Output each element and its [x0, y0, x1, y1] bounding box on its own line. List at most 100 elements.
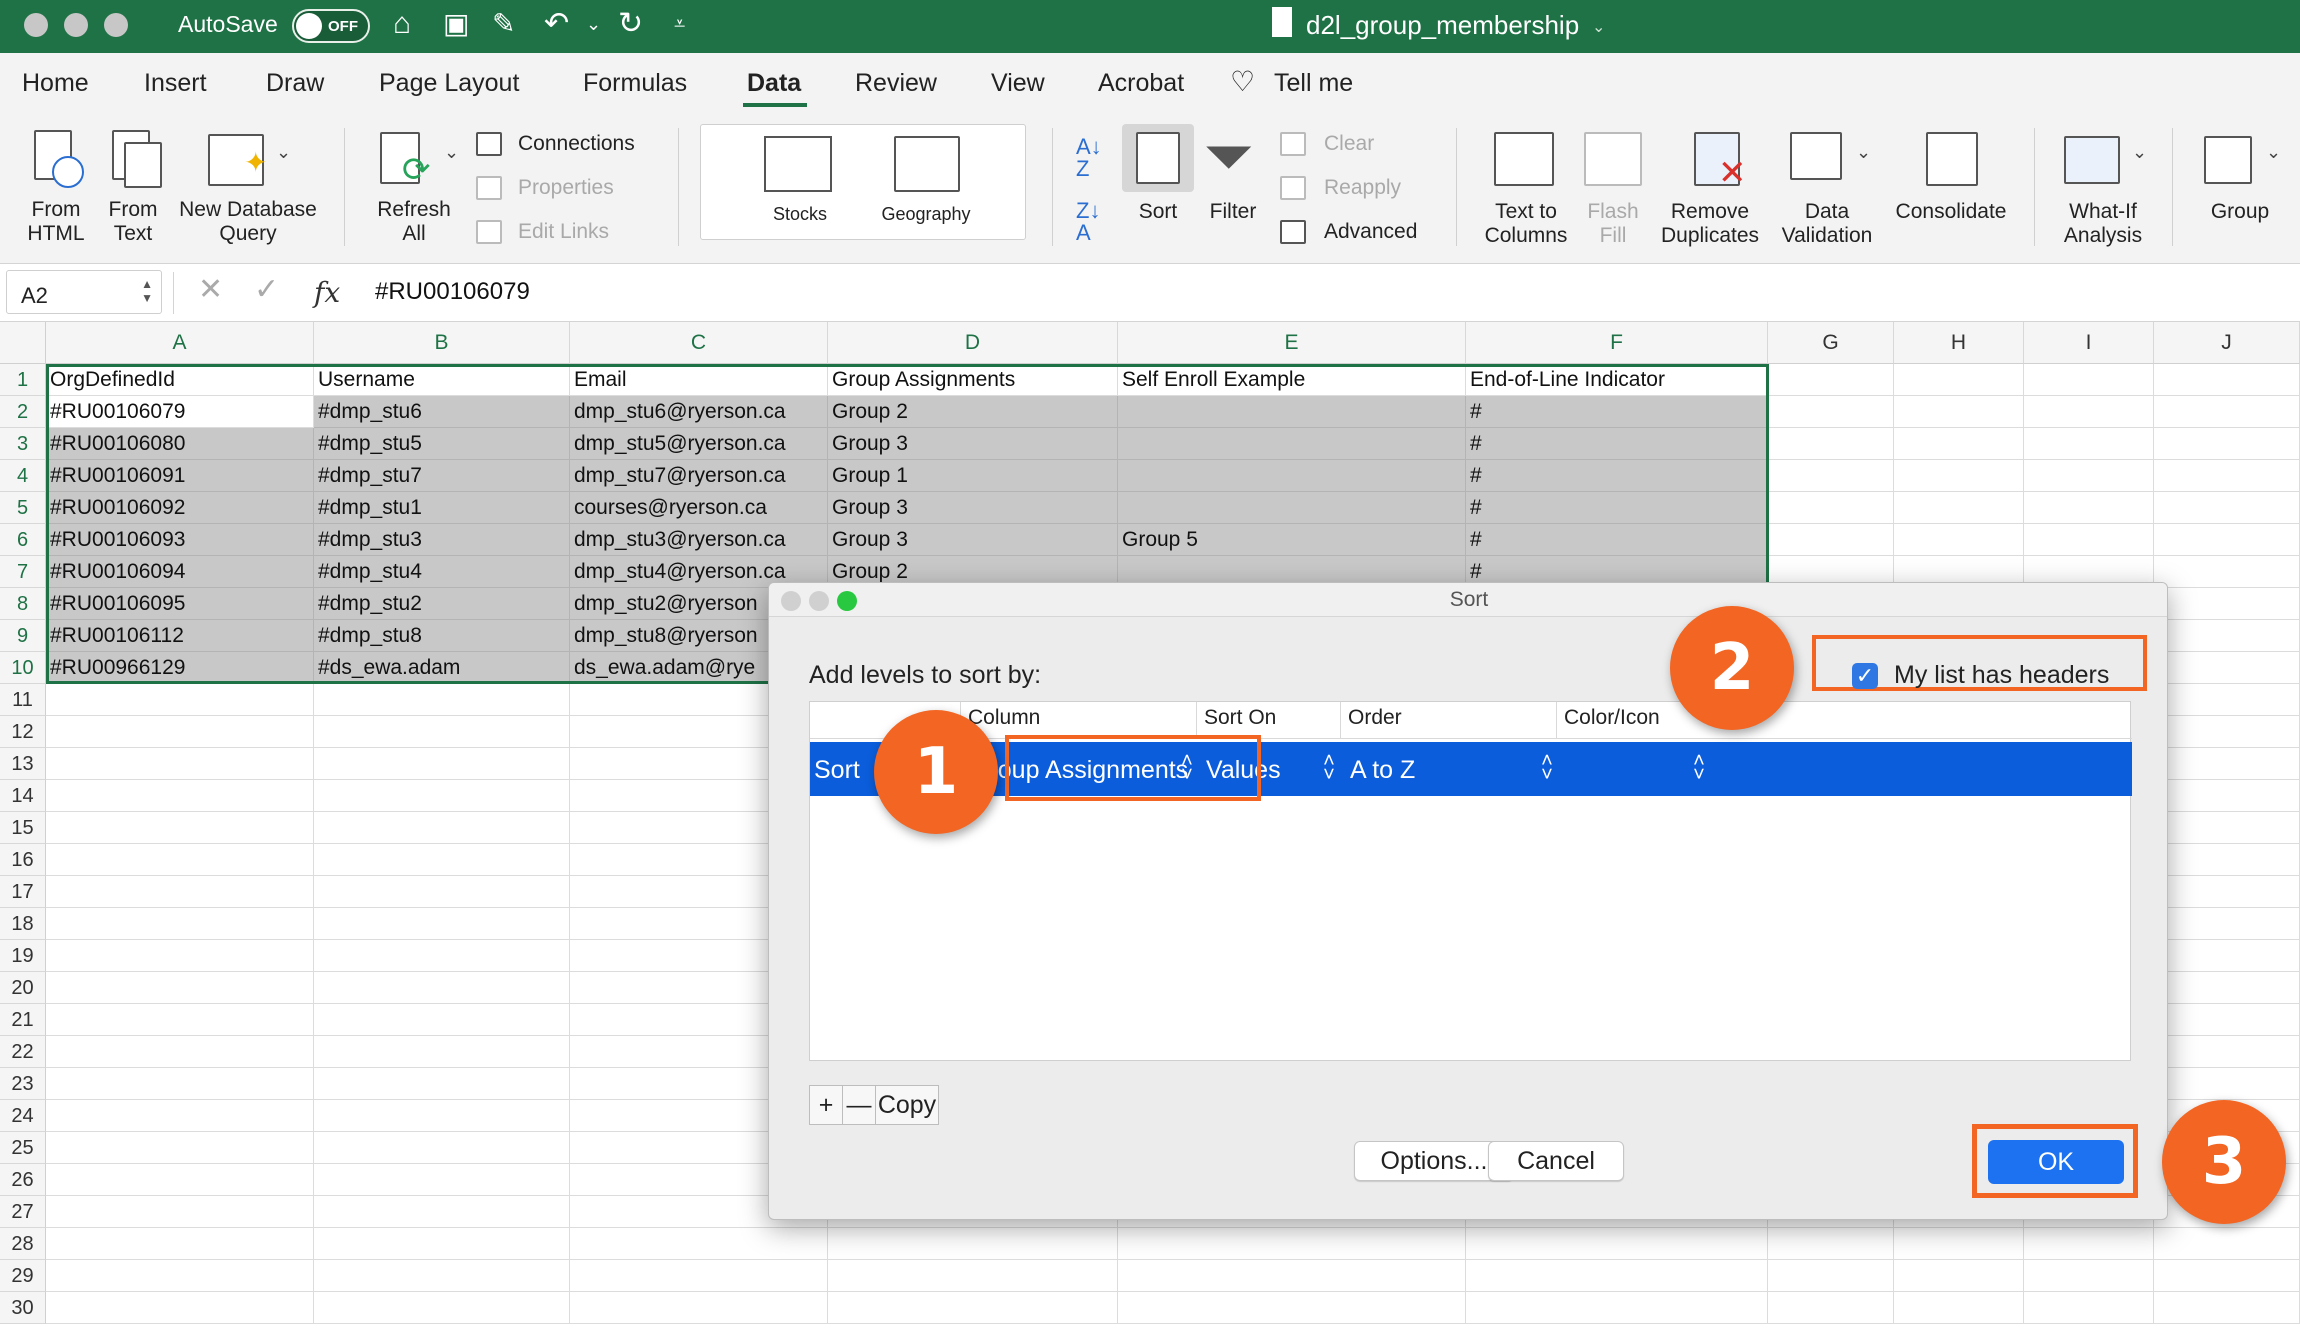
table-cell[interactable]: [1768, 492, 1894, 524]
row-header[interactable]: 27: [0, 1196, 46, 1228]
edit-links-button[interactable]: Edit Links: [518, 220, 609, 244]
table-cell[interactable]: #dmp_stu2: [314, 588, 570, 620]
table-cell[interactable]: [2154, 844, 2300, 876]
table-cell[interactable]: [1768, 1228, 1894, 1260]
tab-tell-me[interactable]: Tell me: [1274, 69, 1353, 98]
header-cell[interactable]: [2024, 364, 2154, 396]
table-cell[interactable]: [2024, 460, 2154, 492]
row-header[interactable]: 6: [0, 524, 46, 556]
row-header[interactable]: 1: [0, 364, 46, 396]
row-header[interactable]: 29: [0, 1260, 46, 1292]
table-cell[interactable]: #: [1466, 460, 1768, 492]
table-cell[interactable]: [2154, 588, 2300, 620]
table-cell[interactable]: [1768, 1260, 1894, 1292]
table-cell[interactable]: [2024, 428, 2154, 460]
table-cell[interactable]: [2024, 1260, 2154, 1292]
add-level-button[interactable]: +: [809, 1085, 843, 1125]
column-header-c[interactable]: C: [570, 322, 828, 364]
row-header[interactable]: 7: [0, 556, 46, 588]
tab-page-layout[interactable]: Page Layout: [379, 69, 519, 98]
table-cell[interactable]: [2154, 1004, 2300, 1036]
redo-icon[interactable]: ↻: [618, 4, 643, 44]
sort-button[interactable]: Sort: [1116, 200, 1200, 224]
row-header[interactable]: 21: [0, 1004, 46, 1036]
text-to-columns-button[interactable]: Text to Columns: [1474, 200, 1578, 248]
table-cell[interactable]: [1118, 428, 1466, 460]
sort-descending-icon[interactable]: Z↓ A: [1076, 200, 1100, 244]
table-cell[interactable]: [1118, 396, 1466, 428]
table-cell[interactable]: [314, 940, 570, 972]
table-cell[interactable]: [1894, 428, 2024, 460]
table-cell[interactable]: [2154, 396, 2300, 428]
remove-duplicates-button[interactable]: Remove Duplicates: [1652, 200, 1768, 248]
title-chevron-down-icon[interactable]: ⌄: [1592, 8, 1605, 48]
table-cell[interactable]: [570, 1292, 828, 1324]
tab-view[interactable]: View: [991, 69, 1045, 98]
table-cell[interactable]: #RU00966129: [46, 652, 314, 684]
table-cell[interactable]: dmp_stu6@ryerson.ca: [570, 396, 828, 428]
customize-toolbar-icon[interactable]: ⩡: [674, 4, 685, 44]
table-cell[interactable]: [2154, 492, 2300, 524]
tab-insert[interactable]: Insert: [144, 69, 207, 98]
confirm-entry-icon[interactable]: ✓: [254, 272, 279, 307]
from-text-button[interactable]: From Text: [96, 198, 170, 246]
table-cell[interactable]: [314, 1068, 570, 1100]
column-header-e[interactable]: E: [1118, 322, 1466, 364]
table-cell[interactable]: [46, 1100, 314, 1132]
table-cell[interactable]: #RU00106094: [46, 556, 314, 588]
name-box-stepper-icon[interactable]: ▲ ▼: [141, 277, 153, 305]
row-header[interactable]: 11: [0, 684, 46, 716]
table-cell[interactable]: #RU00106092: [46, 492, 314, 524]
advanced-button[interactable]: Advanced: [1324, 220, 1417, 244]
table-cell[interactable]: [314, 1292, 570, 1324]
table-cell[interactable]: courses@ryerson.ca: [570, 492, 828, 524]
order-select[interactable]: A to Z: [1350, 756, 1415, 785]
table-cell[interactable]: [570, 1260, 828, 1292]
header-cell[interactable]: Group Assignments: [828, 364, 1118, 396]
table-cell[interactable]: [46, 1036, 314, 1068]
table-cell[interactable]: [46, 780, 314, 812]
table-cell[interactable]: [1768, 428, 1894, 460]
row-header[interactable]: 13: [0, 748, 46, 780]
refresh-dropdown-icon[interactable]: ⌄: [444, 142, 459, 163]
table-cell[interactable]: [2024, 524, 2154, 556]
my-list-has-headers-checkbox[interactable]: ✓: [1852, 663, 1878, 689]
select-all-corner[interactable]: [0, 322, 46, 364]
header-cell[interactable]: End-of-Line Indicator: [1466, 364, 1768, 396]
row-header[interactable]: 26: [0, 1164, 46, 1196]
table-cell[interactable]: [314, 876, 570, 908]
new-database-query-button[interactable]: New Database Query: [170, 198, 326, 246]
row-header[interactable]: 30: [0, 1292, 46, 1324]
table-cell[interactable]: [1894, 1292, 2024, 1324]
cancel-button[interactable]: Cancel: [1488, 1141, 1624, 1181]
table-cell[interactable]: [1768, 460, 1894, 492]
header-cell[interactable]: Username: [314, 364, 570, 396]
header-cell[interactable]: [1768, 364, 1894, 396]
table-cell[interactable]: #: [1466, 396, 1768, 428]
table-cell[interactable]: #dmp_stu6: [314, 396, 570, 428]
validation-dropdown-icon[interactable]: ⌄: [1856, 142, 1871, 163]
table-cell[interactable]: [46, 908, 314, 940]
table-cell[interactable]: [314, 844, 570, 876]
table-cell[interactable]: [570, 1228, 828, 1260]
table-cell[interactable]: Group 3: [828, 492, 1118, 524]
column-header-b[interactable]: B: [314, 322, 570, 364]
autosave-toggle[interactable]: OFF: [292, 9, 370, 43]
table-cell[interactable]: #dmp_stu3: [314, 524, 570, 556]
column-header-a[interactable]: A: [46, 322, 314, 364]
home-icon[interactable]: ⌂: [393, 4, 411, 44]
table-cell[interactable]: [46, 876, 314, 908]
table-cell[interactable]: [2154, 876, 2300, 908]
row-header[interactable]: 18: [0, 908, 46, 940]
tab-draw[interactable]: Draw: [266, 69, 324, 98]
row-header[interactable]: 19: [0, 940, 46, 972]
zoom-window-icon[interactable]: [104, 13, 128, 37]
row-header[interactable]: 28: [0, 1228, 46, 1260]
table-cell[interactable]: #dmp_stu1: [314, 492, 570, 524]
table-cell[interactable]: [46, 1164, 314, 1196]
table-cell[interactable]: [1894, 396, 2024, 428]
header-cell[interactable]: [2154, 364, 2300, 396]
dialog-zoom-icon[interactable]: [837, 591, 857, 611]
save-icon[interactable]: ▣: [443, 4, 469, 44]
table-cell[interactable]: [2154, 748, 2300, 780]
